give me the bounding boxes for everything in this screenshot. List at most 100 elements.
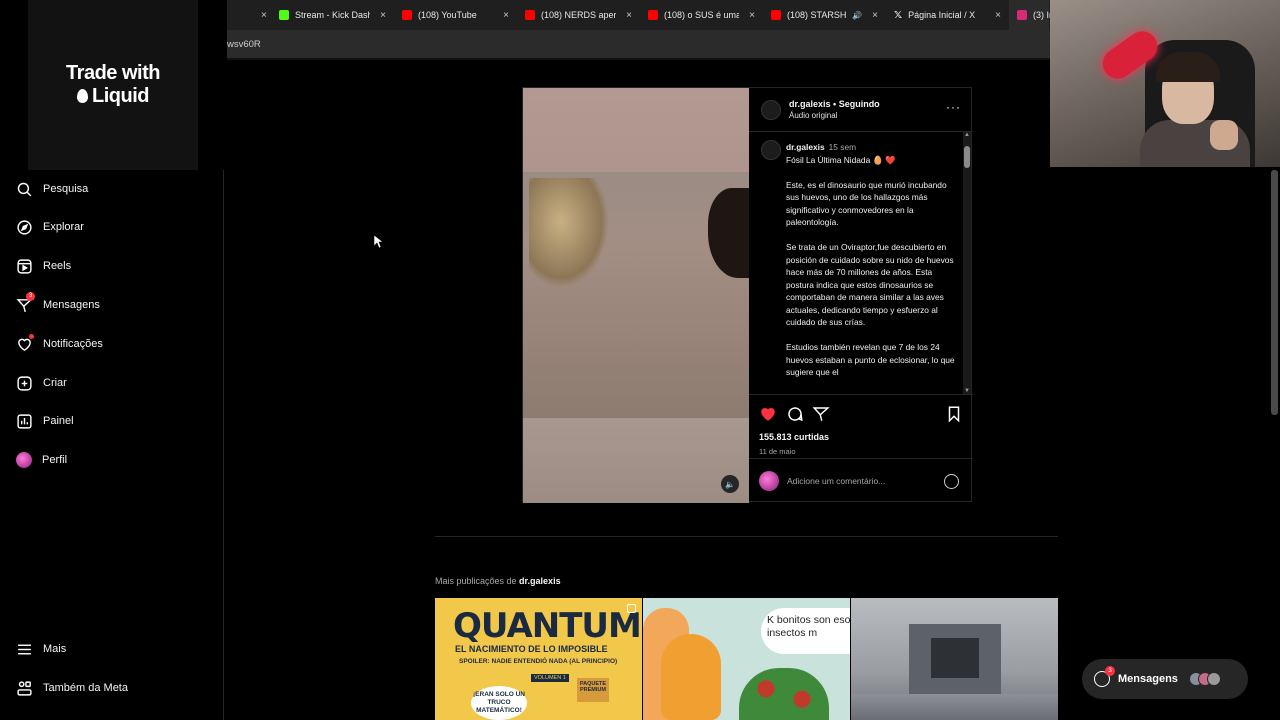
sidebar-item-explore[interactable]: Explorar — [16, 217, 84, 237]
close-icon[interactable]: × — [872, 10, 878, 21]
droplet-icon — [77, 89, 88, 103]
close-icon[interactable]: × — [380, 10, 386, 21]
browser-tab[interactable]: (108) o SUS é uma V × — [640, 0, 763, 30]
post-thumbnail[interactable]: K bonitos son esos insectos m — [643, 598, 850, 720]
corridor-floor — [851, 694, 1058, 720]
follow-state[interactable]: Seguindo — [839, 99, 880, 109]
ad-line-1: Trade with — [66, 62, 160, 84]
close-icon[interactable]: × — [749, 10, 755, 21]
scroll-thumb[interactable] — [964, 146, 970, 168]
sidebar-item-search[interactable]: Pesquisa — [16, 179, 88, 199]
sidebar-item-reels[interactable]: Reels — [16, 256, 71, 276]
messages-badge: 3 — [1105, 666, 1115, 676]
bookmark-icon[interactable] — [945, 405, 963, 423]
messages-button[interactable]: 3 Mensagens — [1082, 659, 1248, 699]
post-thumbnail[interactable]: QUANTUM EL NACIMIENTO DE LO IMPOSIBLE SP… — [435, 598, 642, 720]
avatar — [16, 452, 32, 468]
share-icon[interactable] — [812, 405, 830, 423]
streamer-hand — [1210, 120, 1238, 150]
compass-icon — [17, 219, 32, 235]
more-posts-username[interactable]: dr.galexis — [519, 576, 561, 586]
tab-title: Stream - Kick Dashbo — [295, 10, 371, 20]
caption-scrollbar[interactable]: ▲ ▼ — [963, 132, 971, 394]
sidebar-item-dashboard[interactable]: Painel — [16, 411, 74, 431]
browser-tab[interactable]: 𝕏 Página Inicial / X × — [886, 0, 1009, 30]
close-icon[interactable]: × — [503, 10, 509, 21]
post-thumbnail[interactable] — [851, 598, 1058, 720]
comment-input[interactable]: Adicione um comentário... — [787, 476, 885, 486]
post-author-line: dr.galexis • Seguindo — [789, 99, 880, 109]
reels-icon — [17, 258, 32, 274]
browser-tab[interactable]: × — [227, 0, 271, 30]
browser-tab[interactable]: (108) NERDS apertan × — [517, 0, 640, 30]
speaker-icon[interactable]: 🔊 — [852, 11, 862, 20]
post-header: dr.galexis • Seguindo Áudio original ··· — [749, 88, 973, 132]
youtube-favicon-icon — [771, 10, 781, 20]
scroll-up-icon[interactable]: ▲ — [964, 132, 970, 138]
sidebar-item-label: Explorar — [43, 221, 84, 233]
post-audio[interactable]: Áudio original — [789, 111, 880, 120]
corridor-end — [931, 638, 979, 678]
post-date: 11 de maio — [759, 447, 796, 456]
sidebar-item-create[interactable]: Criar — [16, 373, 67, 393]
sidebar-item-label: Mais — [43, 643, 67, 655]
avatar[interactable] — [761, 99, 781, 120]
sidebar-item-label: Pesquisa — [43, 183, 89, 195]
sidebar-item-label: Reels — [43, 260, 72, 272]
carousel-icon — [627, 604, 636, 613]
comment-box: Adicione um comentário... — [749, 458, 973, 503]
kick-favicon-icon — [279, 10, 289, 20]
tab-title: (108) NERDS apertan — [541, 10, 617, 20]
sidebar-item-profile[interactable]: Perfil — [16, 450, 67, 470]
sidebar-item-notifications[interactable]: Notificações — [16, 334, 103, 354]
close-icon[interactable]: × — [995, 10, 1001, 21]
post-author[interactable]: dr.galexis — [789, 99, 831, 109]
sidebar-item-label: Notificações — [43, 338, 103, 350]
like-count[interactable]: 155.813 curtidas — [759, 432, 829, 442]
avatar — [1206, 672, 1221, 686]
instagram-favicon-icon — [1017, 10, 1027, 20]
browser-tab[interactable]: Stream - Kick Dashbo × — [271, 0, 394, 30]
browser-tab[interactable]: (108) YouTube × — [394, 0, 517, 30]
sidebar-item-also-from-meta[interactable]: Também da Meta — [16, 678, 128, 698]
address-bar[interactable]: wsv60R — [227, 30, 1050, 58]
sidebar-item-more[interactable]: Mais — [16, 639, 66, 659]
stream-ad-overlay: Trade with Liquid — [28, 0, 198, 170]
close-icon[interactable]: × — [626, 10, 632, 21]
more-options-icon[interactable]: ··· — [946, 100, 961, 114]
caption-username[interactable]: dr.galexis — [786, 142, 825, 152]
more-posts-grid: QUANTUM EL NACIMIENTO DE LO IMPOSIBLE SP… — [435, 598, 1058, 720]
close-icon[interactable]: × — [261, 10, 267, 21]
sidebar-item-messages[interactable]: 3 Mensagens — [16, 292, 100, 315]
browser-tab-active[interactable]: (3) In — [1009, 0, 1050, 30]
tab-title: (108) STARSHIP V — [787, 10, 847, 20]
mouse-cursor-icon — [374, 235, 384, 249]
sidebar-item-label: Também da Meta — [43, 682, 128, 694]
emoji-icon[interactable] — [944, 473, 959, 489]
thumbnail-volume: VOLUMEN 1 — [531, 674, 569, 682]
menu-icon — [18, 644, 31, 654]
caption-paragraph: Este, es el dinosaurio que murió incuban… — [786, 179, 947, 228]
avatar[interactable] — [761, 140, 781, 160]
video-frame-lower — [523, 418, 749, 503]
x-favicon-icon: 𝕏 — [894, 9, 903, 21]
thumbnail-box: PAQUETE PREMIUM — [577, 678, 609, 702]
search-icon — [17, 182, 32, 196]
comment-icon[interactable] — [786, 405, 804, 423]
plus-square-icon — [17, 375, 32, 391]
tab-title: Página Inicial / X — [908, 10, 976, 20]
sidebar-item-label: Painel — [43, 415, 74, 427]
browser-tab[interactable]: (108) STARSHIP V 🔊 × — [763, 0, 886, 30]
post-modal: 🔈 dr.galexis • Seguindo Áudio original ·… — [522, 87, 973, 503]
tab-title: (3) In — [1033, 10, 1050, 20]
volume-icon[interactable]: 🔈 — [721, 475, 739, 493]
address-text: wsv60R — [227, 38, 261, 50]
sidebar-item-label: Mensagens — [43, 299, 100, 311]
video-frame-animal — [529, 178, 609, 288]
separator-dot: • — [830, 99, 839, 109]
thumbnail-spoiler: SPOILER: NADIE ENTENDIÓ NADA (AL PRINCIP… — [459, 658, 618, 665]
like-heart-icon[interactable] — [759, 405, 777, 423]
post-video[interactable]: 🔈 — [523, 88, 749, 503]
youtube-favicon-icon — [525, 10, 535, 20]
page-scrollbar[interactable] — [1271, 170, 1278, 415]
